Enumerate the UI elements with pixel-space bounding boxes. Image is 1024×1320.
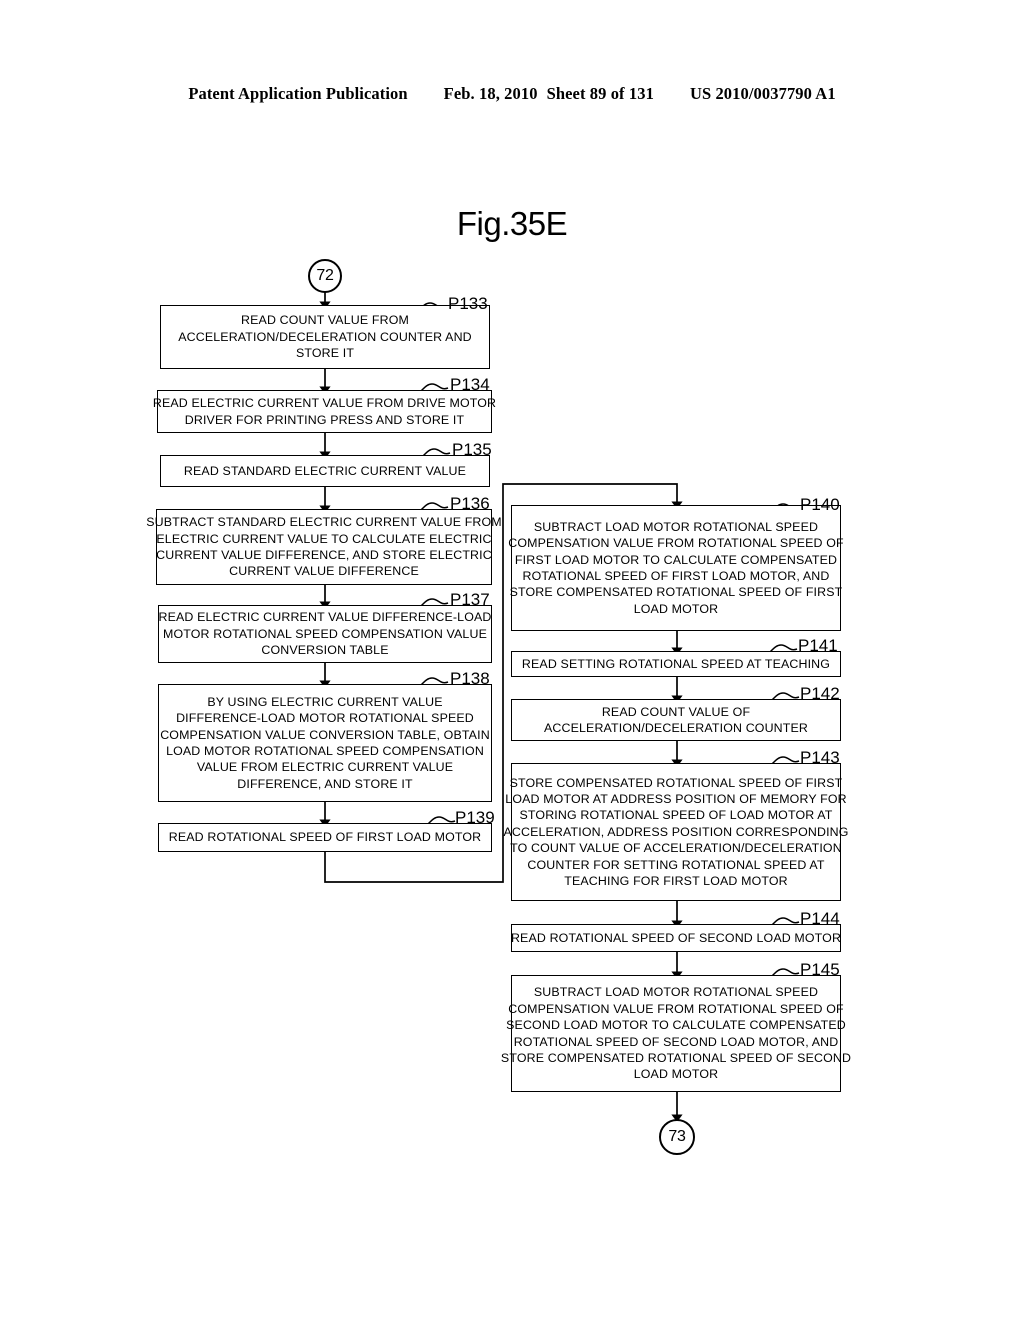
box-line: READ SETTING ROTATIONAL SPEED AT TEACHIN… <box>521 656 831 671</box>
process-box-p141: READ SETTING ROTATIONAL SPEED AT TEACHIN… <box>511 651 841 677</box>
step-label-p139: P139 <box>455 808 495 827</box>
box-line: TEACHING FOR FIRST LOAD MOTOR <box>564 874 788 889</box>
box-line: CURRENT VALUE DIFFERENCE, AND STORE ELEC… <box>156 548 492 562</box>
box-line: SUBTRACT LOAD MOTOR ROTATIONAL SPEED <box>533 519 819 534</box>
box-line: STORE COMPENSATED ROTATIONAL SPEED OF FI… <box>509 585 843 600</box>
box-line: COMPENSATION VALUE FROM ROTATIONAL SPEED… <box>508 1001 844 1016</box>
box-line: LOAD MOTOR AT ADDRESS POSITION OF MEMORY… <box>505 791 847 806</box>
step-label-p142: P142 <box>800 684 840 703</box>
box-line: TO COUNT VALUE OF ACCELERATION/DECELERAT… <box>510 841 842 856</box>
box-line: ACCELERATION, ADDRESS POSITION CORRESPON… <box>503 824 849 839</box>
step-label-p137: P137 <box>450 590 490 609</box>
box-line: STORE COMPENSATED ROTATIONAL SPEED OF FI… <box>509 775 843 790</box>
box-line: COMPENSATION VALUE CONVERSION TABLE, OBT… <box>160 727 490 742</box>
box-line: FIRST LOAD MOTOR TO CALCULATE COMPENSATE… <box>514 552 838 567</box>
process-box-p139: READ ROTATIONAL SPEED OF FIRST LOAD MOTO… <box>158 823 492 852</box>
box-line: ROTATIONAL SPEED OF SECOND LOAD MOTOR, A… <box>513 1034 839 1049</box>
box-line: READ ELECTRIC CURRENT VALUE DIFFERENCE-L… <box>158 610 492 625</box>
box-line: READ ROTATIONAL SPEED OF FIRST LOAD MOTO… <box>168 830 482 845</box>
box-line: STORE IT <box>295 346 355 361</box>
box-line: SECOND LOAD MOTOR TO CALCULATE COMPENSAT… <box>506 1018 846 1033</box>
box-line: STORE COMPENSATED ROTATIONAL SPEED OF SE… <box>500 1050 852 1065</box>
box-line: VALUE FROM ELECTRIC CURRENT VALUE <box>196 760 454 775</box>
process-box-p133: READ COUNT VALUE FROM ACCELERATION/DECEL… <box>160 305 490 369</box>
box-line: DRIVER FOR PRINTING PRESS AND STORE IT <box>184 412 465 427</box>
step-label-p140: P140 <box>800 495 840 514</box>
process-box-p145: SUBTRACT LOAD MOTOR ROTATIONAL SPEED COM… <box>501 975 851 1092</box>
step-label-p143: P143 <box>800 748 840 767</box>
box-line: SUBTRACT STANDARD ELECTRIC CURRENT VALUE… <box>146 515 502 530</box>
box-line: CURRENT VALUE DIFFERENCE <box>229 564 419 579</box>
box-line: READ ELECTRIC CURRENT VALUE FROM DRIVE M… <box>152 396 497 411</box>
process-box-p137: READ ELECTRIC CURRENT VALUE DIFFERENCE-L… <box>158 605 492 663</box>
process-box-p144: READ ROTATIONAL SPEED OF SECOND LOAD MOT… <box>511 924 841 952</box>
process-box-p142: READ COUNT VALUE OF ACCELERATION/DECELER… <box>511 699 841 741</box>
step-label-p133: P133 <box>448 294 488 313</box>
step-label-p135: P135 <box>452 440 492 459</box>
connector-circle-entry: 72 <box>308 259 342 293</box>
box-line: ELECTRIC CURRENT VALUE TO CALCULATE ELEC… <box>156 531 492 546</box>
step-label-p136: P136 <box>450 494 490 513</box>
box-line: COMPENSATION VALUE FROM ROTATIONAL SPEED… <box>508 536 844 551</box>
step-label-p145: P145 <box>800 960 840 979</box>
box-line: LOAD MOTOR ROTATIONAL SPEED COMPENSATION <box>166 744 484 758</box>
box-line: COUNTER FOR SETTING ROTATIONAL SPEED AT <box>527 857 825 872</box>
box-line: READ STANDARD ELECTRIC CURRENT VALUE <box>183 463 467 478</box>
box-line: BY USING ELECTRIC CURRENT VALUE <box>207 694 443 709</box>
process-box-p134: READ ELECTRIC CURRENT VALUE FROM DRIVE M… <box>153 390 496 433</box>
process-box-p143: STORE COMPENSATED ROTATIONAL SPEED OF FI… <box>503 763 848 901</box>
box-line: ROTATIONAL SPEED OF FIRST LOAD MOTOR, AN… <box>522 569 830 583</box>
box-line: STORING ROTATIONAL SPEED OF LOAD MOTOR A… <box>519 808 833 823</box>
box-line: LOAD MOTOR <box>633 1067 719 1082</box>
box-line: READ ROTATIONAL SPEED OF SECOND LOAD MOT… <box>510 930 842 945</box>
box-line: DIFFERENCE-LOAD MOTOR ROTATIONAL SPEED <box>176 711 474 726</box>
box-line: READ COUNT VALUE FROM <box>241 313 409 328</box>
step-label-p141: P141 <box>798 636 838 655</box>
process-box-p140: SUBTRACT LOAD MOTOR ROTATIONAL SPEED COM… <box>508 505 844 631</box>
box-line: ACCELERATION/DECELERATION COUNTER AND <box>178 329 472 344</box>
process-box-p135: READ STANDARD ELECTRIC CURRENT VALUE <box>160 455 490 487</box>
step-label-p144: P144 <box>800 909 840 928</box>
step-label-p138: P138 <box>450 669 490 688</box>
box-line: MOTOR ROTATIONAL SPEED COMPENSATION VALU… <box>163 626 487 641</box>
box-line: ACCELERATION/DECELERATION COUNTER <box>543 721 809 735</box>
box-line: CONVERSION TABLE <box>261 643 389 658</box>
connector-circle-exit: 73 <box>659 1119 695 1155</box>
box-line: DIFFERENCE, AND STORE IT <box>237 776 413 791</box>
box-line: LOAD MOTOR <box>633 601 719 616</box>
process-box-p136: SUBTRACT STANDARD ELECTRIC CURRENT VALUE… <box>146 509 502 585</box>
box-line: SUBTRACT LOAD MOTOR ROTATIONAL SPEED <box>533 985 819 1000</box>
process-box-p138: BY USING ELECTRIC CURRENT VALUE DIFFEREN… <box>158 684 492 802</box>
box-line: READ COUNT VALUE OF <box>601 704 751 719</box>
flowchart-diagram: 72 READ COUNT VALUE FROM ACCELERATION/DE… <box>0 0 1024 1320</box>
step-label-p134: P134 <box>450 375 490 394</box>
